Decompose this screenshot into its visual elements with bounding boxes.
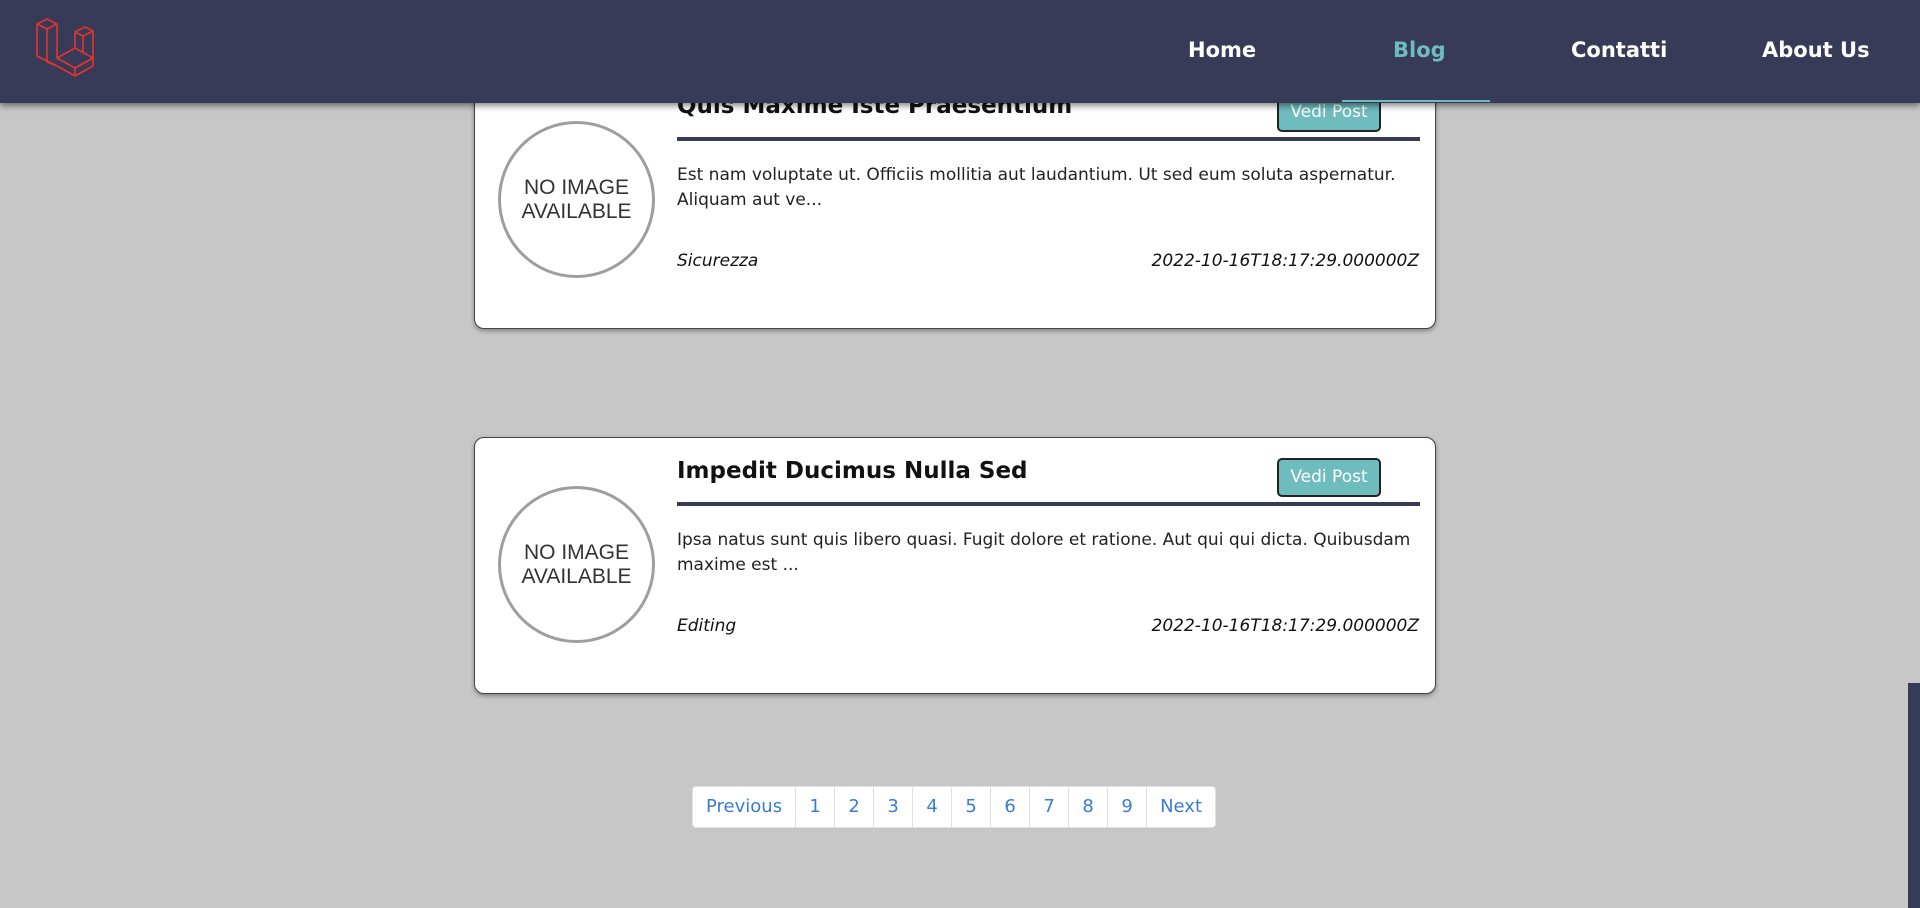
post-excerpt: Est nam voluptate ut. Officiis mollitia … <box>677 165 1396 210</box>
pagination-page[interactable]: 8 <box>1068 787 1107 827</box>
nav-blog[interactable]: Blog <box>1393 0 1446 103</box>
post-card: NO IMAGE AVAILABLE Impedit Ducimus Nulla… <box>474 437 1436 694</box>
pagination-page[interactable]: 1 <box>795 787 834 827</box>
pagination-page[interactable]: 2 <box>834 787 873 827</box>
title-divider <box>677 137 1420 141</box>
post-title: Impedit Ducimus Nulla Sed <box>677 458 1028 484</box>
no-image-placeholder: NO IMAGE AVAILABLE <box>498 121 655 278</box>
post-card: NO IMAGE AVAILABLE Quis Maxime Iste Prae… <box>474 72 1436 329</box>
post-date: 2022-10-16T18:17:29.000000Z <box>1151 251 1419 271</box>
vedi-post-button[interactable]: Vedi Post <box>1277 458 1381 497</box>
pagination-page[interactable]: 5 <box>951 787 990 827</box>
active-nav-underline <box>1342 100 1490 102</box>
post-date: 2022-10-16T18:17:29.000000Z <box>1151 616 1419 636</box>
post-excerpt: Ipsa natus sunt quis libero quasi. Fugit… <box>677 530 1411 575</box>
placeholder-text: NO IMAGE <box>523 175 629 199</box>
nav-about-us[interactable]: About Us <box>1762 0 1870 103</box>
pagination-page[interactable]: 9 <box>1107 787 1146 827</box>
pagination-page[interactable]: 3 <box>873 787 912 827</box>
placeholder-text: AVAILABLE <box>521 564 632 588</box>
pagination: Previous 1 2 3 4 5 6 7 8 9 Next <box>692 786 1217 828</box>
post-category: Editing <box>677 616 737 636</box>
no-image-placeholder: NO IMAGE AVAILABLE <box>498 486 655 643</box>
pagination-page[interactable]: 4 <box>912 787 951 827</box>
scrollbar-thumb[interactable] <box>1908 683 1920 908</box>
placeholder-text: NO IMAGE <box>523 540 629 564</box>
title-divider <box>677 502 1420 506</box>
placeholder-text: AVAILABLE <box>521 199 632 223</box>
post-category: Sicurezza <box>677 251 759 271</box>
top-navbar: Home Blog Contatti About Us <box>0 0 1920 103</box>
pagination-next[interactable]: Next <box>1146 787 1215 827</box>
laravel-logo-icon[interactable] <box>35 18 95 78</box>
pagination-page[interactable]: 7 <box>1029 787 1068 827</box>
pagination-previous[interactable]: Previous <box>693 787 795 827</box>
pagination-page[interactable]: 6 <box>990 787 1029 827</box>
nav-home[interactable]: Home <box>1188 0 1256 103</box>
nav-contatti[interactable]: Contatti <box>1571 0 1667 103</box>
